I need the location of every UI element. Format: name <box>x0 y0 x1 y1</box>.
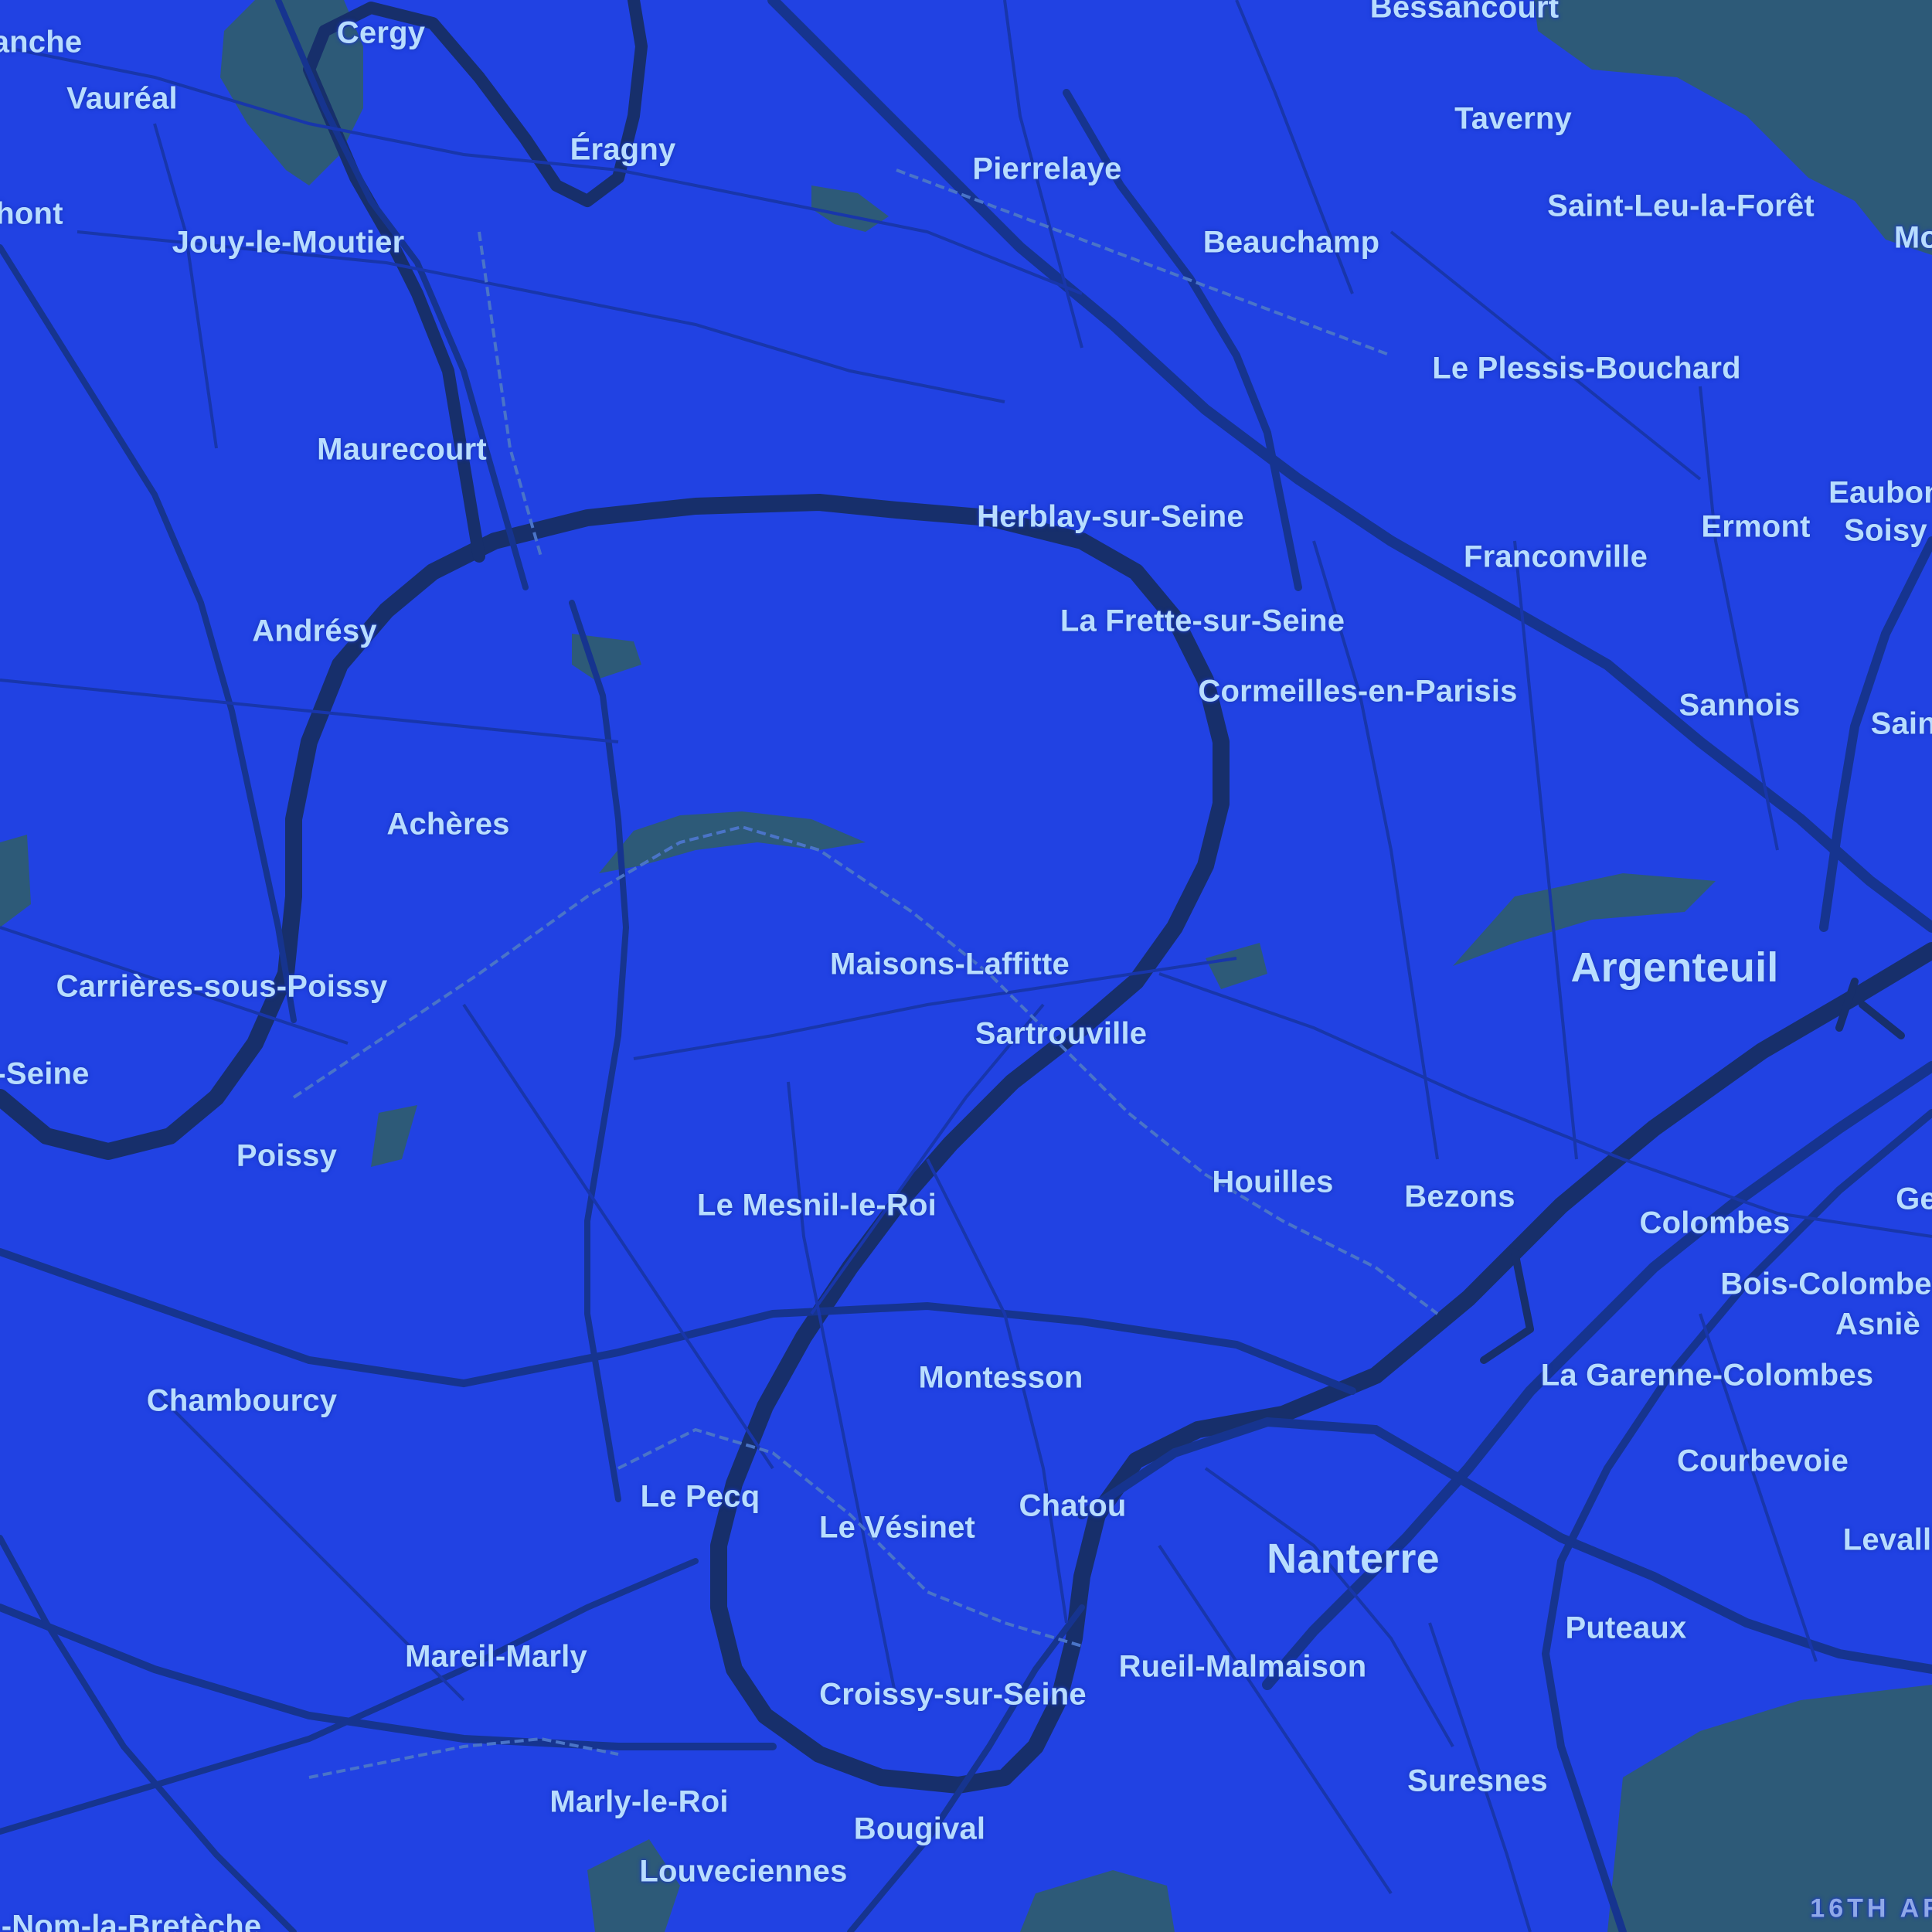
rn-west <box>0 244 297 1023</box>
place-label-carrieres[interactable]: Carrières-sous-Poissy <box>56 970 388 1005</box>
place-label-chatou[interactable]: Chatou <box>1019 1489 1127 1524</box>
place-label-hont[interactable]: hont <box>0 197 63 232</box>
a15 <box>767 0 1932 933</box>
green-argenteuil <box>1206 943 1267 989</box>
place-label-herblay[interactable]: Herblay-sur-Seine <box>977 500 1244 535</box>
place-label-cergy[interactable]: Cergy <box>337 16 425 51</box>
bois-croissy <box>1020 1870 1175 1932</box>
rail-marly <box>308 1736 619 1779</box>
place-label-sartrouville[interactable]: Sartrouville <box>975 1017 1147 1052</box>
place-label-boiscolombes[interactable]: Bois-Colombe <box>1720 1267 1932 1302</box>
place-label-arr16[interactable]: 16TH AR <box>1810 1894 1932 1924</box>
place-label-louveciennes[interactable]: Louveciennes <box>639 1855 847 1889</box>
place-label-marly[interactable]: Marly-le-Roi <box>549 1785 728 1820</box>
seine-arm <box>1480 978 1905 1364</box>
place-label-vesinet[interactable]: Le Vésinet <box>819 1511 975 1546</box>
place-label-puteaux[interactable]: Puteaux <box>1565 1611 1686 1646</box>
place-label-colombes[interactable]: Colombes <box>1640 1206 1791 1241</box>
rail-west <box>478 231 543 557</box>
place-label-franconville[interactable]: Franconville <box>1464 540 1648 575</box>
place-label-houilles[interactable]: Houilles <box>1212 1165 1333 1200</box>
place-label-cormeilles[interactable]: Cormeilles-en-Parisis <box>1198 675 1517 709</box>
road-southwest <box>0 1535 297 1932</box>
place-label-andresy[interactable]: Andrésy <box>252 614 376 649</box>
place-label-beauchamp[interactable]: Beauchamp <box>1203 226 1380 260</box>
place-label-anche[interactable]: anche <box>0 26 82 60</box>
place-label-rueil[interactable]: Rueil-Malmaison <box>1119 1650 1367 1685</box>
place-label-seine[interactable]: -Seine <box>0 1057 90 1092</box>
map-canvas[interactable]: Cergy Vauréal anche hont Éragny Jouy-le-Mouti… <box>0 0 1932 1932</box>
place-label-nanterre[interactable]: Nanterre <box>1267 1535 1440 1583</box>
place-label-saintleu[interactable]: Saint-Leu-la-Forêt <box>1547 189 1815 224</box>
place-label-suresnes[interactable]: Suresnes <box>1407 1764 1548 1799</box>
place-label-ermont[interactable]: Ermont <box>1701 510 1810 545</box>
place-label-eaubon[interactable]: Eaubon <box>1828 476 1932 511</box>
place-label-montesson[interactable]: Montesson <box>919 1361 1083 1396</box>
place-label-poissy[interactable]: Poissy <box>236 1139 337 1174</box>
place-label-bezons[interactable]: Bezons <box>1404 1180 1515 1215</box>
place-label-nom[interactable]: -Nom-la-Bretèche <box>2 1910 262 1932</box>
a13 <box>0 1604 777 1750</box>
place-label-levallois[interactable]: Levall <box>1843 1523 1932 1558</box>
place-label-lepecq[interactable]: Le Pecq <box>641 1480 760 1515</box>
place-label-jouy[interactable]: Jouy-le-Moutier <box>172 226 405 260</box>
place-label-pierrelaye[interactable]: Pierrelaye <box>972 152 1121 187</box>
green-west <box>0 835 31 927</box>
place-label-mareil[interactable]: Mareil-Marly <box>405 1640 587 1675</box>
green-poissy <box>371 1105 417 1167</box>
place-label-taverny[interactable]: Taverny <box>1454 102 1572 137</box>
place-label-saint[interactable]: Saint <box>1871 707 1932 742</box>
place-label-soisy[interactable]: Soisy <box>1844 514 1927 549</box>
place-label-mo[interactable]: Mo <box>1894 221 1932 256</box>
place-label-chambourcy[interactable]: Chambourcy <box>147 1384 338 1419</box>
place-label-maisons[interactable]: Maisons-Laffitte <box>830 947 1070 982</box>
place-label-argenteuil[interactable]: Argenteuil <box>1570 944 1778 992</box>
place-label-acheres[interactable]: Achères <box>386 808 509 842</box>
place-label-plessis[interactable]: Le Plessis-Bouchard <box>1432 352 1740 386</box>
green-lac <box>811 185 889 232</box>
place-label-mesnil[interactable]: Le Mesnil-le-Roi <box>697 1189 937 1223</box>
place-label-maurecourt[interactable]: Maurecourt <box>317 433 487 468</box>
place-label-croissy[interactable]: Croissy-sur-Seine <box>819 1678 1087 1713</box>
place-label-courbevoie[interactable]: Courbevoie <box>1677 1444 1849 1479</box>
place-label-frette[interactable]: La Frette-sur-Seine <box>1060 604 1345 639</box>
place-label-bessancourt[interactable]: Bessancourt <box>1370 0 1560 26</box>
place-label-asnie[interactable]: Asniè <box>1835 1308 1920 1342</box>
place-label-vaureal[interactable]: Vauréal <box>66 82 178 117</box>
place-label-ge[interactable]: Ge <box>1896 1182 1932 1217</box>
place-label-eragny[interactable]: Éragny <box>570 133 676 168</box>
parc-acheres <box>599 811 866 873</box>
place-label-garenne[interactable]: La Garenne-Colombes <box>1541 1359 1874 1393</box>
place-label-bougival[interactable]: Bougival <box>854 1812 986 1847</box>
place-label-sannois[interactable]: Sannois <box>1679 689 1801 723</box>
